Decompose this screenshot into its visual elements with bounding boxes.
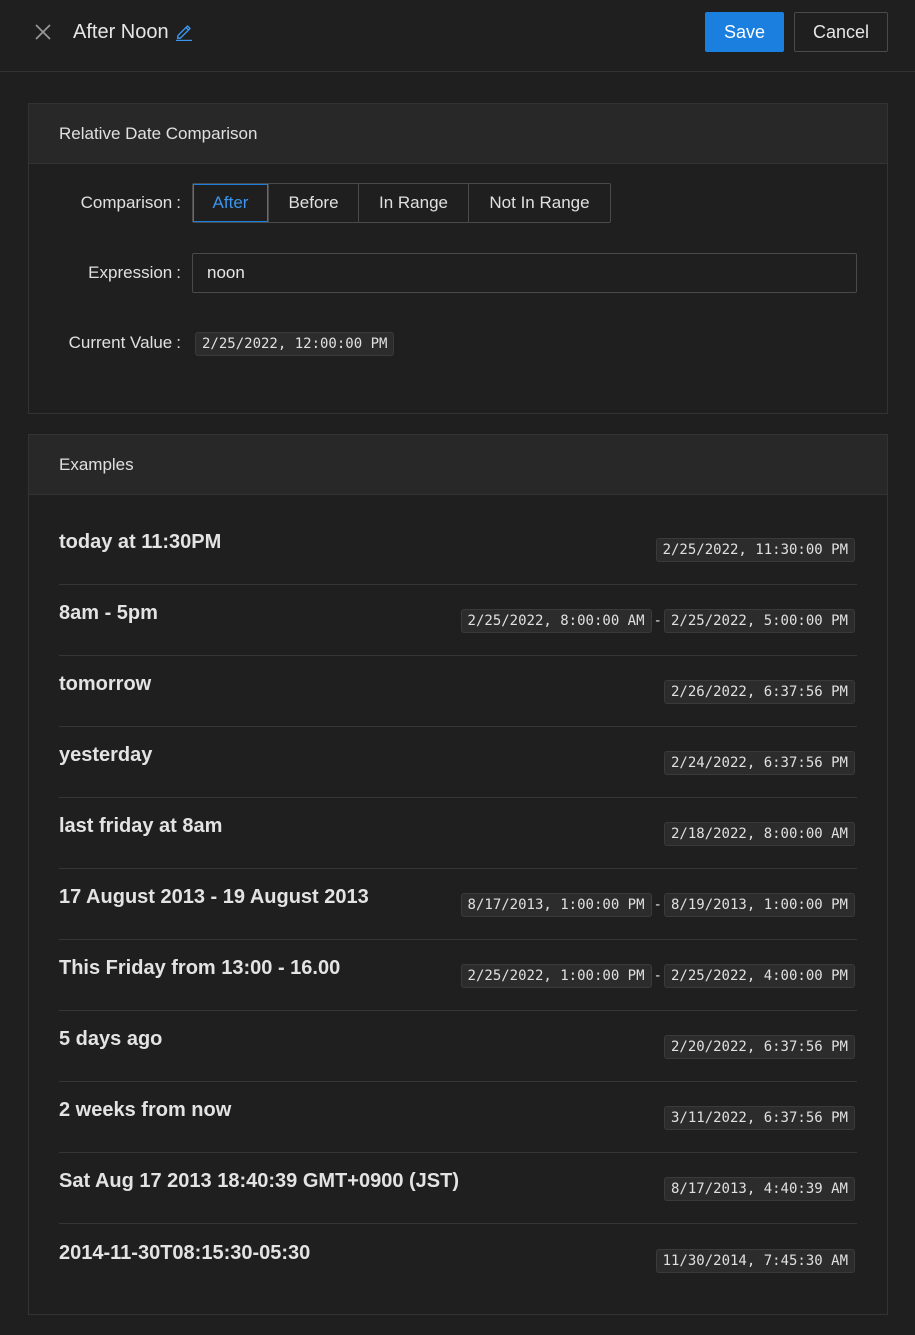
comparison-option-not-in-range[interactable]: Not In Range: [468, 184, 610, 222]
page-title: After Noon: [73, 21, 169, 43]
example-row: This Friday from 13:00 - 16.00 2/25/2022,…: [59, 940, 857, 1011]
example-row: tomorrow 2/26/2022, 6:37:56 PM: [59, 656, 857, 727]
example-values: 2/24/2022, 6:37:56 PM: [663, 751, 855, 775]
example-value-end: 8/19/2013, 1:00:00 PM: [663, 893, 855, 917]
cancel-button[interactable]: Cancel: [794, 12, 888, 52]
close-button[interactable]: [31, 20, 55, 44]
card-heading: Examples: [29, 435, 887, 495]
example-values: 11/30/2014, 7:45:30 AM: [655, 1249, 855, 1273]
example-value-start: 2/26/2022, 6:37:56 PM: [663, 680, 855, 704]
example-row: 8am - 5pm 2/25/2022, 8:00:00 AM -2/25/2022…: [59, 585, 857, 656]
example-expression: last friday at 8am: [59, 815, 223, 837]
example-expression: Sat Aug 17 2013 18:40:39 GMT+0900 (JST): [59, 1170, 459, 1192]
example-value-start: 3/11/2022, 6:37:56 PM: [663, 1106, 855, 1130]
edit-title-button[interactable]: [174, 21, 194, 42]
example-expression: 5 days ago: [59, 1028, 163, 1050]
example-row: 17 August 2013 - 19 August 2013 8/17/2013…: [59, 869, 857, 940]
examples-list: today at 11:30PM 2/25/2022, 11:30:00 PM 8a…: [59, 495, 857, 1295]
comparison-option-in-range[interactable]: In Range: [358, 184, 468, 222]
example-values: 8/17/2013, 1:00:00 PM -8/19/2013, 1:00:00…: [460, 893, 855, 917]
example-values: 2/20/2022, 6:37:56 PM: [663, 1035, 855, 1059]
pencil-icon: [176, 25, 192, 42]
example-expression: today at 11:30PM: [59, 531, 222, 553]
example-values: 2/18/2022, 8:00:00 AM: [663, 822, 855, 846]
example-value-start: 2/25/2022, 11:30:00 PM: [655, 538, 855, 562]
comparison-option-after[interactable]: After: [193, 184, 268, 222]
example-values: 2/25/2022, 1:00:00 PM -2/25/2022, 4:00:00…: [460, 964, 855, 988]
example-expression: This Friday from 13:00 - 16.00: [59, 957, 341, 979]
current-value: 2/25/2022, 12:00:00 PM: [195, 332, 395, 356]
example-expression: yesterday: [59, 744, 153, 766]
card-heading: Relative Date Comparison: [29, 104, 887, 164]
example-values: 3/11/2022, 6:37:56 PM: [663, 1106, 855, 1130]
example-values: 2/25/2022, 8:00:00 AM -2/25/2022, 5:00:00…: [460, 609, 855, 633]
example-expression: 8am - 5pm: [59, 602, 158, 624]
example-row: 2 weeks from now 3/11/2022, 6:37:56 PM: [59, 1082, 857, 1153]
save-button[interactable]: Save: [705, 12, 784, 52]
example-value-start: 2/20/2022, 6:37:56 PM: [663, 1035, 855, 1059]
example-expression: 2 weeks from now: [59, 1099, 232, 1121]
relative-date-comparison-card: Relative Date Comparison Comparison: Aft…: [28, 103, 888, 414]
expression-input[interactable]: [192, 253, 857, 293]
example-value-start: 8/17/2013, 1:00:00 PM: [460, 893, 652, 917]
example-value-start: 2/25/2022, 8:00:00 AM: [460, 609, 652, 633]
current-value-label: Current Value:: [68, 333, 181, 352]
example-value-start: 8/17/2013, 4:40:39 AM: [663, 1177, 855, 1201]
comparison-segmented-control: After Before In Range Not In Range: [192, 183, 611, 223]
range-separator: -: [653, 968, 662, 984]
example-values: 2/25/2022, 11:30:00 PM: [655, 538, 855, 562]
expression-label: Expression:: [88, 263, 181, 282]
example-row: last friday at 8am 2/18/2022, 8:00:00 AM: [59, 798, 857, 869]
range-separator: -: [653, 897, 662, 913]
example-row: Sat Aug 17 2013 18:40:39 GMT+0900 (JST) 8…: [59, 1153, 857, 1224]
example-value-start: 2/25/2022, 1:00:00 PM: [460, 964, 652, 988]
example-value-end: 2/25/2022, 5:00:00 PM: [663, 609, 855, 633]
examples-card: Examples today at 11:30PM 2/25/2022, 11:3…: [28, 434, 888, 1315]
example-expression: tomorrow: [59, 673, 152, 695]
example-row: 5 days ago 2/20/2022, 6:37:56 PM: [59, 1011, 857, 1082]
range-separator: -: [653, 613, 662, 629]
example-value-start: 11/30/2014, 7:45:30 AM: [655, 1249, 855, 1273]
example-row: yesterday 2/24/2022, 6:37:56 PM: [59, 727, 857, 798]
dialog-header: After Noon Save Cancel: [0, 0, 915, 72]
example-expression: 17 August 2013 - 19 August 2013: [59, 886, 369, 908]
comparison-label: Comparison:: [80, 193, 181, 212]
example-values: 8/17/2013, 4:40:39 AM: [663, 1177, 855, 1201]
example-values: 2/26/2022, 6:37:56 PM: [663, 680, 855, 704]
example-value-start: 2/24/2022, 6:37:56 PM: [663, 751, 855, 775]
example-value-start: 2/18/2022, 8:00:00 AM: [663, 822, 855, 846]
example-row: today at 11:30PM 2/25/2022, 11:30:00 PM: [59, 495, 857, 585]
comparison-option-before[interactable]: Before: [268, 184, 358, 222]
close-icon: [35, 24, 51, 40]
example-row: 2014-11-30T08:15:30-05:30 11/30/2014, 7:4…: [59, 1224, 857, 1295]
example-expression: 2014-11-30T08:15:30-05:30: [59, 1242, 311, 1264]
example-value-end: 2/25/2022, 4:00:00 PM: [663, 964, 855, 988]
